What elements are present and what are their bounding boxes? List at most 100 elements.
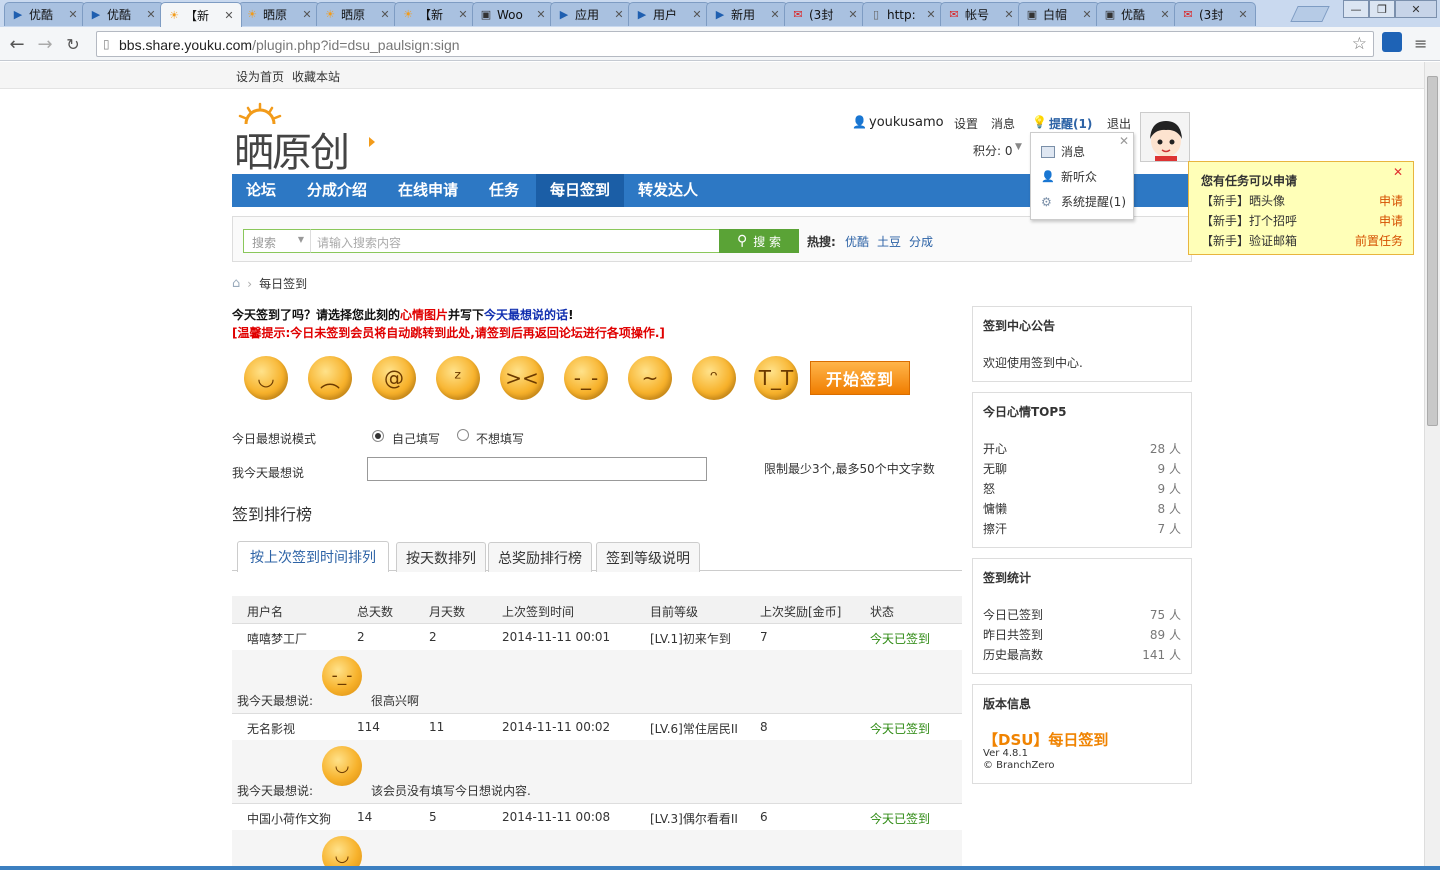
tab-close-icon[interactable]: ✕ [613,8,625,21]
messages-link[interactable]: 消息 [991,115,1015,132]
close-icon[interactable]: ✕ [1393,165,1403,179]
start-sign-button[interactable]: 开始签到 [810,361,910,395]
mode-none-radio[interactable] [457,429,469,441]
nav-item-forward[interactable]: 转发达人 [626,174,710,207]
tab-close-icon[interactable]: ✕ [457,8,469,21]
username-link[interactable]: youkusamo [869,115,944,130]
new-tab-button[interactable] [1290,6,1330,22]
chevron-down-icon[interactable]: ▼ [1015,142,1022,152]
browser-tab[interactable]: ▶ 优酷 ✕ [82,2,164,26]
dropdown-item-messages[interactable]: 消息 [1041,143,1085,160]
mood-cry-icon[interactable]: T_T [754,356,798,400]
mood-sad-icon[interactable]: ︵ [308,356,352,400]
tab-close-icon[interactable]: ✕ [301,8,313,21]
tab-close-icon[interactable]: ✕ [223,9,235,22]
close-icon[interactable]: ✕ [1119,134,1129,148]
extension-icon[interactable] [1382,32,1402,52]
back-icon[interactable]: ← [6,33,28,55]
hot-link-fencheng[interactable]: 分成 [909,233,933,250]
tab-by-days[interactable]: 按天数排列 [396,542,486,572]
site-logo[interactable]: 晒原创 [234,102,384,176]
forward-icon[interactable]: → [34,33,56,55]
tab-close-icon[interactable]: ✕ [769,8,781,21]
set-home-link[interactable]: 设为首页 [236,68,284,85]
tab-close-icon[interactable]: ✕ [1081,8,1093,21]
row-user[interactable]: 中国小荷作文狗 [247,810,331,827]
browser-tab[interactable]: ☀ 【新 ✕ [160,2,242,27]
mode-self-label[interactable]: 自己填写 [392,430,440,447]
browser-tab[interactable]: ✉ 帐号 ✕ [940,2,1022,26]
tab-close-icon[interactable]: ✕ [1237,8,1249,21]
bookmark-star-icon[interactable]: ☆ [1352,34,1367,54]
browser-tab[interactable]: ✉ (3封 ✕ [1174,2,1256,26]
tab-total-rewards[interactable]: 总奖励排行榜 [488,542,592,572]
mood-lazy-icon[interactable]: ᵔ [692,356,736,400]
tab-level-info[interactable]: 签到等级说明 [596,542,700,572]
browser-tab[interactable]: ▯ http: ✕ [862,2,944,26]
row-total: 114 [357,720,380,734]
mood-happy-icon[interactable]: ◡ [244,356,288,400]
mode-self-radio[interactable] [372,430,384,442]
home-icon[interactable]: ⌂ [232,276,240,291]
reload-icon[interactable]: ↻ [62,33,84,55]
tab-close-icon[interactable]: ✕ [847,8,859,21]
mood-text-input[interactable] [367,457,707,481]
mood-angry-icon[interactable]: >< [500,356,544,400]
tab-close-icon[interactable]: ✕ [1003,8,1015,21]
logout-link[interactable]: 退出 [1107,115,1131,132]
hot-link-youku[interactable]: 优酷 [845,233,869,250]
mood-sweat-icon[interactable]: -_- [564,356,608,400]
maximize-button[interactable]: ❐ [1369,0,1395,18]
tab-close-icon[interactable]: ✕ [145,8,157,21]
avatar[interactable] [1140,112,1190,162]
browser-tab[interactable]: ✉ (3封 ✕ [784,2,866,26]
mood-struggle-icon[interactable]: ~ [628,356,672,400]
search-input[interactable]: 请输入搜索内容 [310,229,720,253]
row-user[interactable]: 无名影视 [247,720,295,737]
tab-close-icon[interactable]: ✕ [925,8,937,21]
browser-tab[interactable]: ▣ Woo ✕ [472,2,554,26]
bookmark-link[interactable]: 收藏本站 [292,68,340,85]
hot-link-tudou[interactable]: 土豆 [877,233,901,250]
minimize-button[interactable]: — [1343,0,1369,18]
points-text[interactable]: 积分: 0 [973,142,1013,159]
settings-link[interactable]: 设置 [954,115,978,132]
tab-close-icon[interactable]: ✕ [67,8,79,21]
close-window-button[interactable]: ✕ [1395,0,1437,18]
browser-tab[interactable]: ▶ 优酷 ✕ [4,2,86,26]
browser-tab[interactable]: ▶ 应用 ✕ [550,2,632,26]
dropdown-item-followers[interactable]: 👤 新听众 [1041,168,1097,185]
tab-by-time[interactable]: 按上次签到时间排列 [237,541,389,572]
tab-close-icon[interactable]: ✕ [379,8,391,21]
mood-depressed-icon[interactable]: @ [372,356,416,400]
mood-bored-icon[interactable]: ᶻ [436,356,480,400]
row-user[interactable]: 嘻嘻梦工厂 [247,630,307,647]
browser-tab[interactable]: ▣ 优酷 ✕ [1096,2,1178,26]
browser-tab[interactable]: ☀ 晒原 ✕ [238,2,320,26]
mode-none-label[interactable]: 不想填写 [476,430,524,447]
address-bar[interactable]: ▯ bbs.share.youku.com/plugin.php?id=dsu_… [96,31,1374,57]
dropdown-item-system[interactable]: ⚙ 系统提醒(1) [1041,193,1126,210]
browser-tab[interactable]: ☀ 晒原 ✕ [316,2,398,26]
nav-item-apply[interactable]: 在线申请 [384,174,472,207]
search-type-select[interactable]: 搜索 ▼ [243,229,311,253]
nav-item-tasks[interactable]: 任务 [476,174,532,207]
page-scrollbar[interactable] [1424,62,1440,866]
menu-icon[interactable]: ≡ [1414,34,1427,53]
nav-item-daily-sign[interactable]: 每日签到 [536,174,624,207]
nav-item-revenue[interactable]: 分成介绍 [294,174,380,207]
browser-tab[interactable]: ▶ 用户 ✕ [628,2,710,26]
task-apply-link[interactable]: 申请 [1379,192,1403,209]
scrollbar-thumb[interactable] [1427,76,1438,426]
nav-item-forum[interactable]: 论坛 [232,174,290,207]
browser-tab[interactable]: ☀ 【新 ✕ [394,2,476,26]
tab-close-icon[interactable]: ✕ [535,8,547,21]
tab-close-icon[interactable]: ✕ [1159,8,1171,21]
alerts-link[interactable]: 提醒(1) [1049,115,1092,132]
search-button[interactable]: ⚲ 搜 索 [719,229,799,253]
task-apply-link[interactable]: 申请 [1379,212,1403,229]
browser-tab[interactable]: ▶ 新用 ✕ [706,2,788,26]
tab-close-icon[interactable]: ✕ [691,8,703,21]
browser-tab[interactable]: ▣ 白帽 ✕ [1018,2,1100,26]
task-prereq-link[interactable]: 前置任务 [1355,232,1403,249]
